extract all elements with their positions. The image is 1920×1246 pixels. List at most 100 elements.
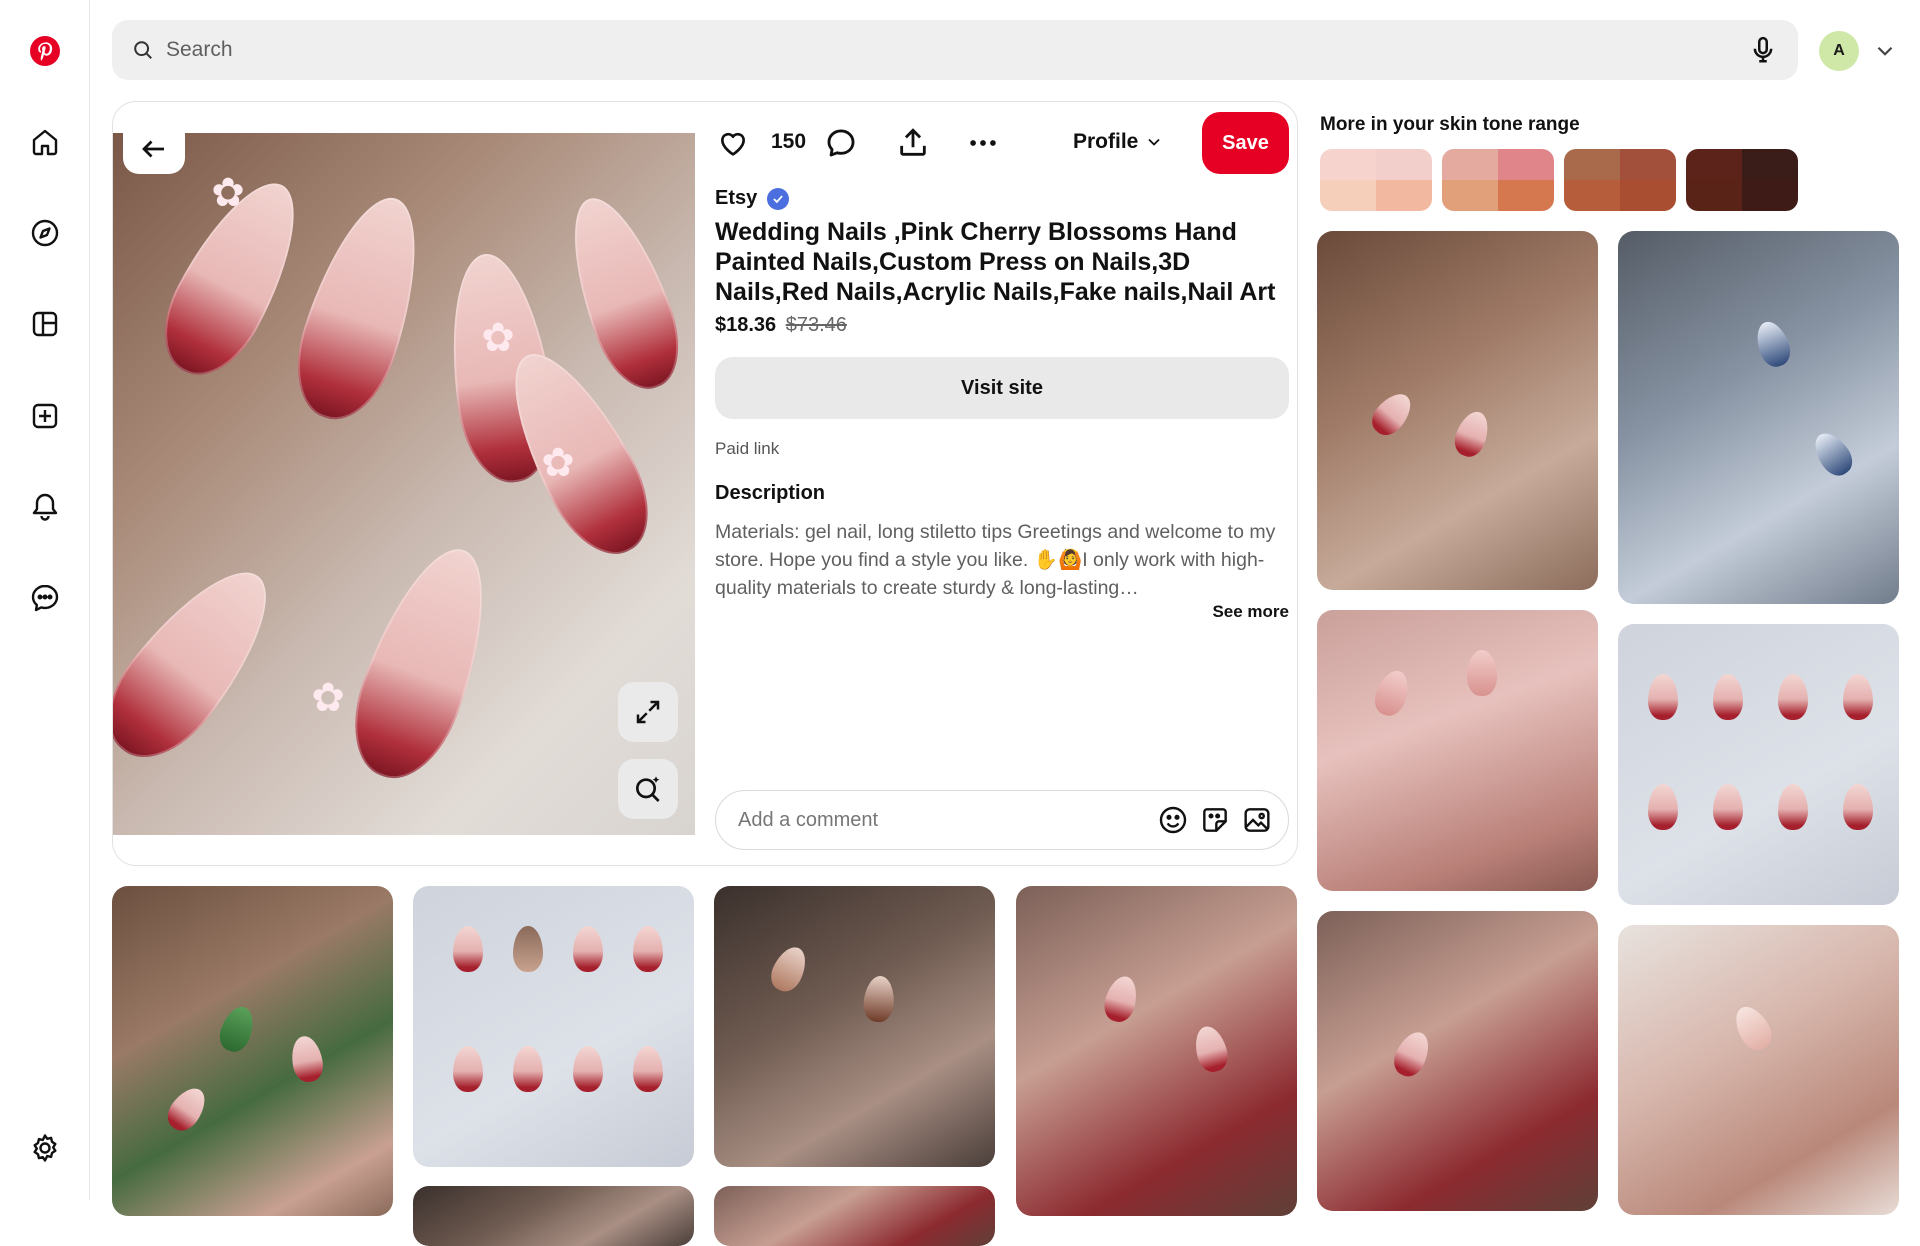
skin-tone-cell [1742, 180, 1798, 211]
skin-tone-cell [1376, 149, 1432, 180]
save-button[interactable]: Save [1202, 112, 1289, 174]
merchant-name[interactable]: Etsy [715, 187, 790, 210]
share-icon [900, 128, 926, 156]
nail-shape [1751, 317, 1795, 371]
related-pin[interactable] [1618, 231, 1899, 604]
search-bar[interactable]: Search [112, 20, 1798, 80]
related-pin[interactable] [1317, 231, 1598, 590]
emoji-icon[interactable] [1156, 803, 1190, 837]
related-pin[interactable] [1618, 925, 1899, 1215]
skin-tone-swatch[interactable] [1564, 149, 1676, 211]
nail-shape [113, 547, 296, 779]
back-button[interactable] [123, 124, 185, 174]
nail-shape [1467, 650, 1497, 696]
see-more-link[interactable]: See more [1189, 602, 1289, 622]
skin-tone-swatch[interactable] [1686, 149, 1798, 211]
nail-shape [1843, 784, 1873, 830]
skin-tone-swatch[interactable] [1320, 149, 1432, 211]
nail-shape [513, 926, 543, 972]
comment-button[interactable] [823, 125, 859, 161]
nail-shape [573, 1046, 603, 1092]
sidebar-item-boards[interactable] [21, 300, 69, 348]
paid-link-label: Paid link [715, 439, 780, 458]
skin-tone-cell [1442, 149, 1498, 180]
skin-tone-cell [1442, 180, 1498, 211]
nail-shape [1190, 1022, 1232, 1076]
search-input[interactable]: Search [166, 38, 1748, 62]
pinterest-logo[interactable] [21, 27, 69, 75]
share-button[interactable] [895, 125, 931, 161]
verified-badge-icon [767, 187, 790, 210]
related-pin[interactable] [714, 1186, 995, 1246]
nail-shape [862, 974, 896, 1024]
gear-icon [33, 1134, 57, 1162]
skin-tone-cell [1498, 149, 1554, 180]
heart-icon [720, 132, 746, 156]
pin-title: Wedding Nails ,Pink Cherry Blossoms Hand… [715, 218, 1276, 306]
sidebar-item-notifications[interactable] [21, 483, 69, 531]
related-pin[interactable] [413, 1186, 694, 1246]
expand-icon [636, 700, 660, 724]
microphone-icon[interactable] [1748, 35, 1778, 65]
pin-closeup-card: ✿ ✿ ✿ ✿ 150 Profile Save Etsy Wedding Na… [112, 101, 1298, 866]
comment-placeholder: Add a comment [738, 808, 879, 831]
sidebar-item-messages[interactable] [21, 574, 69, 622]
visit-site-button[interactable]: Visit site [715, 357, 1289, 419]
skin-tone-cell [1686, 180, 1742, 211]
sidebar-item-explore[interactable] [21, 209, 69, 257]
description-text: Materials: gel nail, long stiletto tips … [715, 521, 1276, 599]
skin-tone-cell [1376, 180, 1432, 211]
current-price: $18.36 [715, 314, 777, 336]
flower-decoration: ✿ [311, 676, 345, 720]
sidebar [0, 0, 90, 1200]
nail-shape [513, 1046, 543, 1092]
bell-icon [32, 493, 58, 521]
related-pin[interactable] [112, 886, 393, 1216]
like-button[interactable] [715, 125, 751, 161]
nail-shape [551, 185, 695, 401]
nail-shape [1100, 972, 1142, 1026]
profile-dropdown[interactable]: Profile [1073, 130, 1164, 154]
nail-shape [1370, 666, 1414, 720]
nail-shape [1450, 407, 1494, 461]
image-icon[interactable] [1240, 803, 1274, 837]
skin-tone-cell [1564, 180, 1620, 211]
sticker-icon[interactable] [1198, 803, 1232, 837]
price: $18.36 $73.46 [715, 314, 847, 337]
flower-decoration: ✿ [541, 441, 575, 485]
related-pin[interactable] [1317, 911, 1598, 1211]
skin-tone-cell [1620, 180, 1676, 211]
compass-icon [31, 219, 59, 247]
skin-tone-cell [1320, 149, 1376, 180]
more-options-button[interactable] [965, 125, 1001, 161]
nail-shape [1728, 1000, 1778, 1056]
visual-search-button[interactable] [618, 759, 678, 819]
related-pin[interactable] [413, 886, 694, 1167]
nail-shape [1807, 426, 1859, 482]
nail-shape [288, 1033, 326, 1085]
sidebar-item-settings[interactable] [21, 1124, 69, 1172]
home-icon [32, 129, 58, 156]
expand-button[interactable] [618, 682, 678, 742]
nail-shape [453, 926, 483, 972]
flower-decoration: ✿ [481, 316, 515, 360]
plus-square-icon [32, 403, 58, 429]
sidebar-item-home[interactable] [21, 118, 69, 166]
nail-shape [1648, 674, 1678, 720]
flower-decoration: ✿ [211, 171, 245, 215]
comment-input[interactable]: Add a comment [715, 790, 1289, 850]
related-pin[interactable] [714, 886, 995, 1167]
related-pin[interactable] [1016, 886, 1297, 1216]
pinterest-logo-icon [30, 36, 60, 66]
related-pin[interactable] [1618, 624, 1899, 905]
arrow-left-icon [142, 140, 164, 158]
nail-shape [765, 941, 813, 997]
sidebar-item-create[interactable] [21, 392, 69, 440]
pin-action-bar: 150 Profile Save [715, 112, 1289, 174]
avatar[interactable]: A [1819, 31, 1859, 71]
skin-tone-swatch[interactable] [1442, 149, 1554, 211]
nail-shape [453, 1046, 483, 1092]
related-pin[interactable] [1317, 610, 1598, 891]
pin-image[interactable]: ✿ ✿ ✿ ✿ [113, 133, 695, 835]
chevron-down-icon[interactable] [1872, 38, 1898, 64]
